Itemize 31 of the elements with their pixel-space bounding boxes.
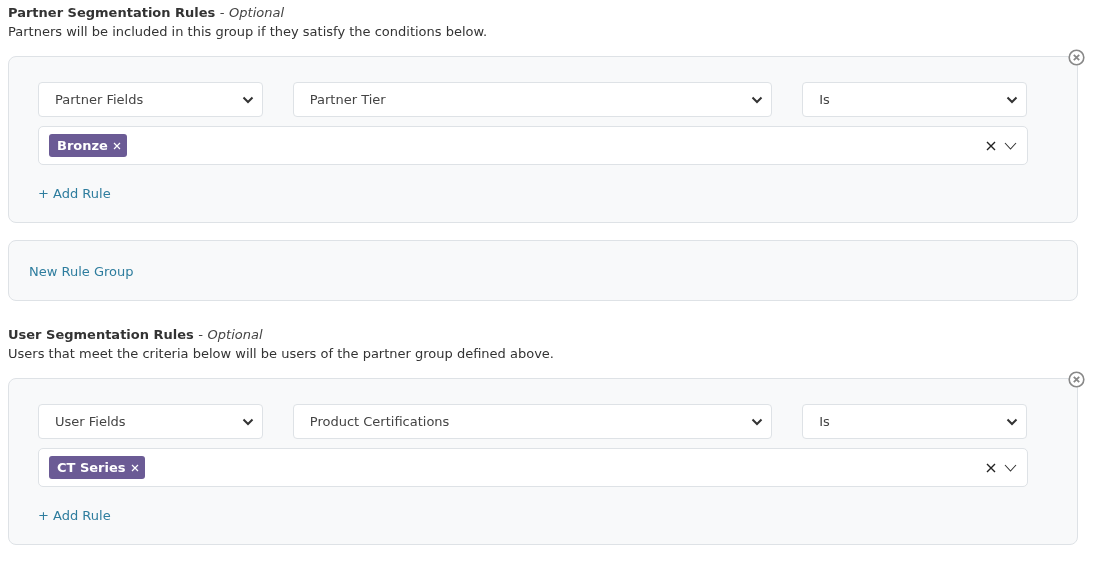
- caret-icon: [241, 417, 254, 426]
- caret-icon: [1006, 417, 1018, 426]
- clear-icon[interactable]: [986, 462, 996, 473]
- value-multiselect[interactable]: CT Series: [38, 448, 1028, 487]
- section-title: User Segmentation Rules - Optional: [8, 327, 263, 342]
- chevron-down-icon: [1004, 463, 1017, 472]
- new-rule-group-link[interactable]: New Rule Group: [29, 263, 134, 279]
- add-rule-link[interactable]: + Add Rule: [38, 506, 111, 526]
- field-type-select[interactable]: User Fields: [38, 404, 263, 439]
- remove-icon[interactable]: [112, 141, 121, 150]
- value-multiselect[interactable]: Bronze: [38, 126, 1028, 165]
- add-rule-link[interactable]: + Add Rule: [38, 184, 111, 204]
- caret-icon: [751, 417, 764, 426]
- clear-icon[interactable]: [986, 140, 996, 151]
- value-tag: CT Series: [49, 455, 145, 480]
- section-title: Partner Segmentation Rules - Optional: [8, 5, 285, 20]
- remove-icon[interactable]: [130, 463, 139, 472]
- chevron-down-icon: [1004, 141, 1017, 150]
- value-tag: Bronze: [49, 133, 127, 158]
- caret-icon: [751, 95, 764, 104]
- section-description: Users that meet the criteria below will be users of the partner group defined above.: [8, 345, 555, 363]
- operator-select[interactable]: Is: [802, 404, 1027, 439]
- field-select[interactable]: Product Certifications: [292, 404, 773, 439]
- field-type-select[interactable]: Partner Fields: [38, 82, 263, 117]
- close-icon[interactable]: [1068, 49, 1085, 66]
- caret-icon: [241, 95, 254, 104]
- caret-icon: [1006, 95, 1018, 104]
- field-select[interactable]: Partner Tier: [292, 82, 773, 117]
- section-description: Partners will be included in this group if they satisfy the conditions below.: [8, 23, 489, 41]
- operator-select[interactable]: Is: [802, 82, 1027, 117]
- close-icon[interactable]: [1068, 371, 1085, 388]
